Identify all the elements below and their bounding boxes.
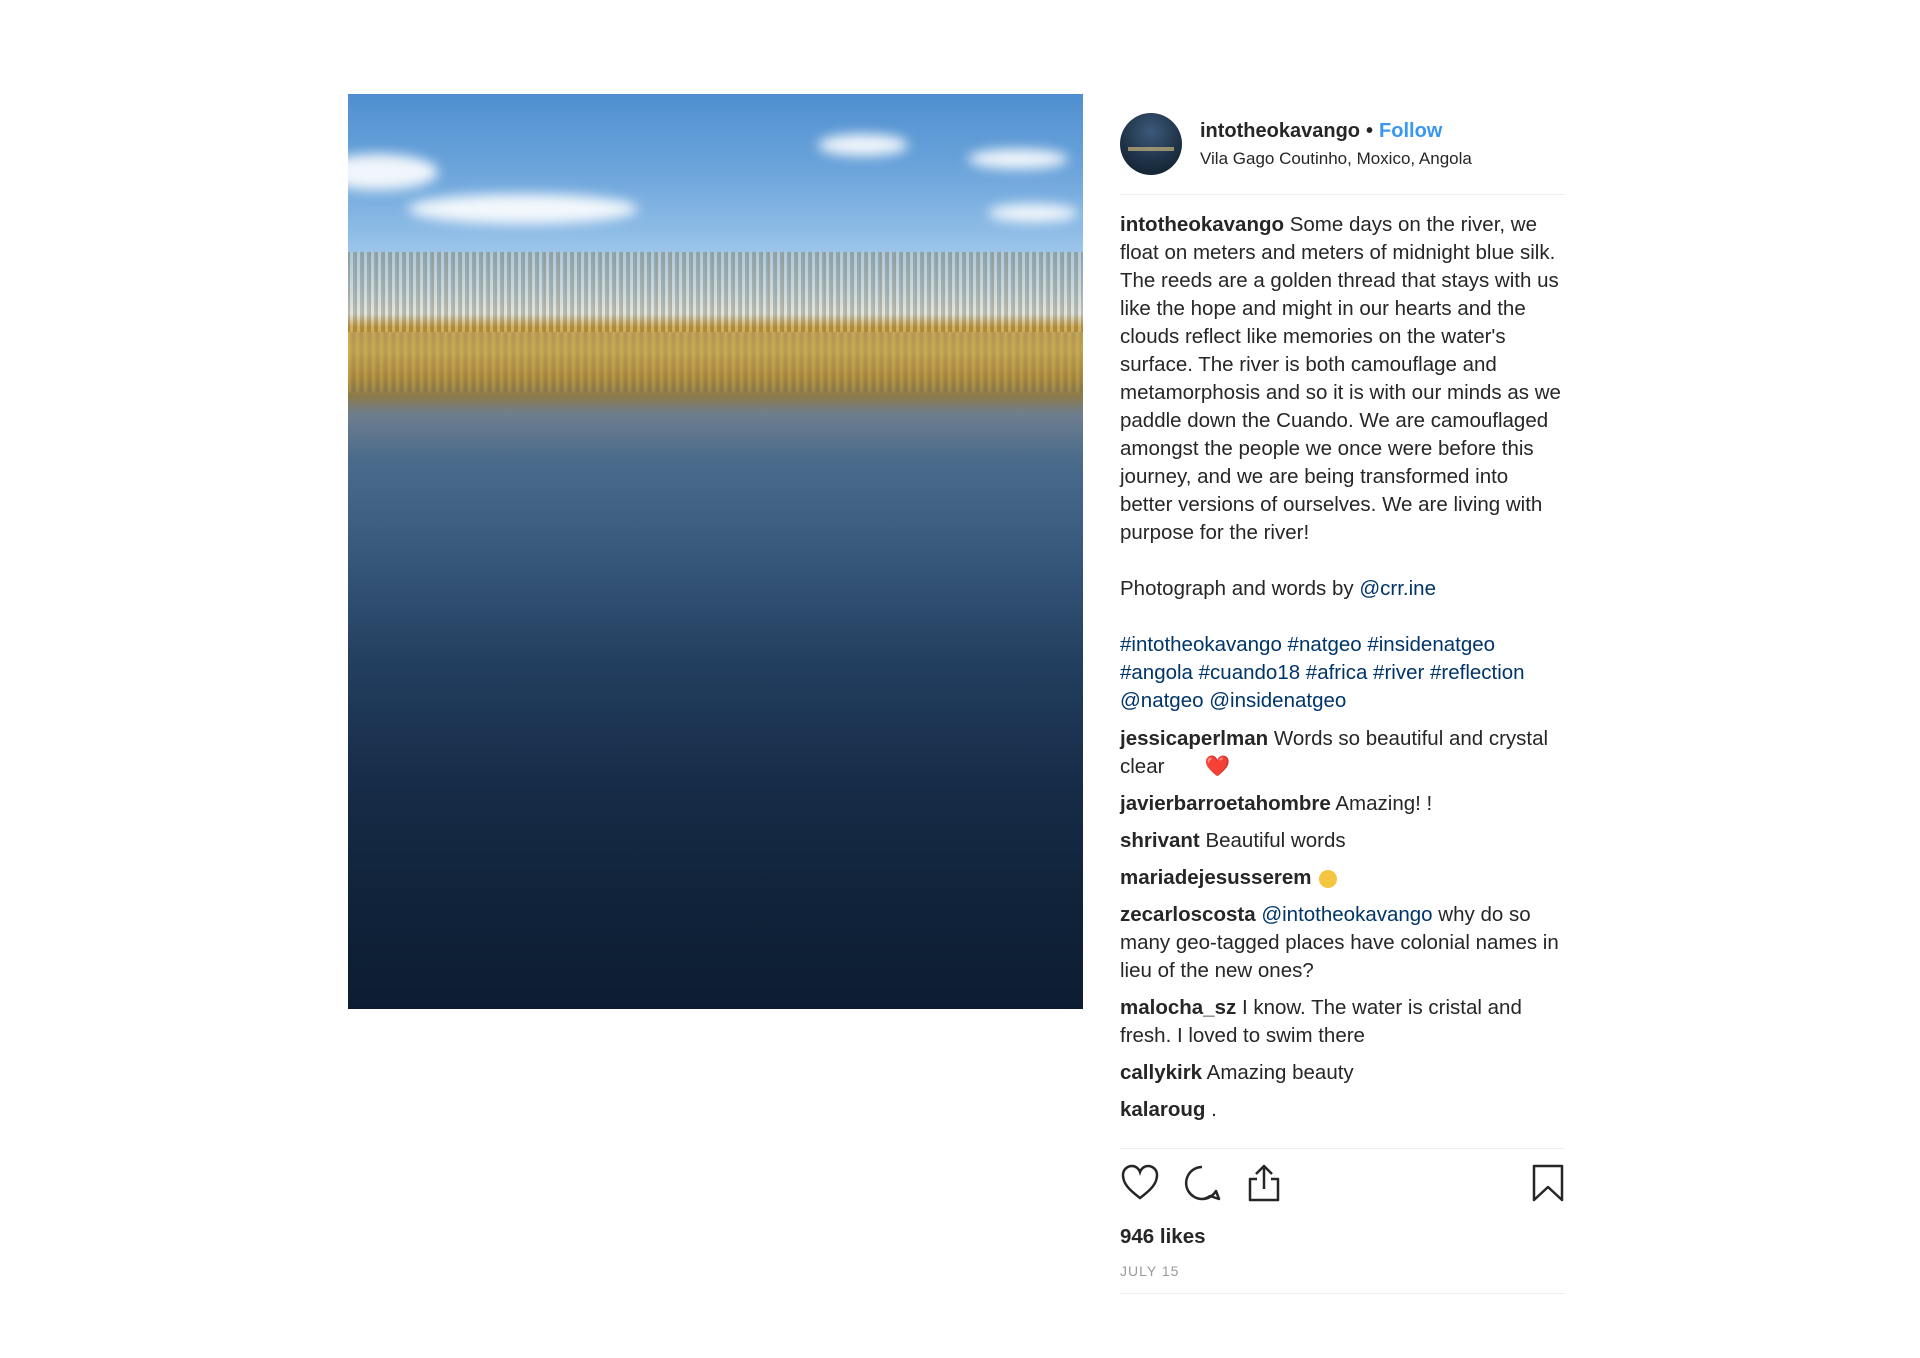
post-date[interactable]: JULY 15 — [1120, 1263, 1565, 1294]
comments-list: jessicaperlman Words so beautiful and cr… — [1120, 725, 1565, 1124]
comment-username[interactable]: kalaroug — [1120, 1098, 1205, 1121]
credit-text: Photograph and words by — [1120, 577, 1354, 600]
comment: shrivant Beautiful words — [1120, 827, 1565, 855]
comment-username[interactable]: mariadejesusserem — [1120, 866, 1311, 889]
comment: kalaroug . — [1120, 1096, 1565, 1124]
comment-username[interactable]: shrivant — [1120, 829, 1200, 852]
cloud — [348, 154, 438, 190]
cloud — [818, 134, 908, 156]
smile-emoji-icon — [1319, 869, 1338, 888]
comment-username[interactable]: callykirk — [1120, 1061, 1202, 1084]
post-panel: intotheokavango • Follow Vila Gago Coutinh… — [1120, 94, 1565, 1294]
post-username[interactable]: intotheokavango — [1200, 120, 1360, 142]
reed-reflection — [348, 332, 1083, 392]
post-header: intotheokavango • Follow Vila Gago Coutinh… — [1120, 94, 1565, 195]
comment-username[interactable]: javierbarroetahombre — [1120, 792, 1331, 815]
comment-icon[interactable] — [1182, 1163, 1222, 1203]
comment: malocha_sz I know. The water is cristal … — [1120, 994, 1565, 1050]
reeds — [348, 252, 1083, 332]
comment: callykirk Amazing beauty — [1120, 1059, 1565, 1087]
bookmark-icon[interactable] — [1530, 1163, 1566, 1203]
post-location[interactable]: Vila Gago Coutinho, Moxico, Angola — [1200, 149, 1472, 169]
comment-text: . — [1211, 1098, 1217, 1121]
comment: zecarloscosta @intotheokavango why do so… — [1120, 901, 1565, 985]
share-icon[interactable] — [1244, 1163, 1284, 1203]
hashtags[interactable]: #intotheokavango #natgeo #insidenatgeo #… — [1120, 633, 1525, 712]
comment-text: Amazing beauty — [1206, 1061, 1354, 1084]
heart-emoji: ❤️ — [1204, 755, 1230, 778]
comment-username[interactable]: zecarloscosta — [1120, 903, 1256, 926]
cloud — [408, 194, 638, 224]
comment-text: Beautiful words — [1205, 829, 1346, 852]
comment: javierbarroetahombre Amazing! ! — [1120, 790, 1565, 818]
comment: jessicaperlman Words so beautiful and cr… — [1120, 725, 1565, 781]
caption-username[interactable]: intotheokavango — [1120, 213, 1284, 236]
post-caption: intotheokavango Some days on the river, … — [1120, 195, 1565, 715]
comment-username[interactable]: jessicaperlman — [1120, 727, 1268, 750]
cloud — [968, 149, 1068, 169]
likes-count[interactable]: 946 likes — [1120, 1225, 1565, 1249]
post-photo[interactable] — [348, 94, 1083, 1009]
avatar[interactable] — [1120, 113, 1182, 175]
caption-text: Some days on the river, we float on mete… — [1120, 213, 1561, 544]
action-bar — [1120, 1148, 1565, 1211]
comment-username[interactable]: malocha_sz — [1120, 996, 1236, 1019]
separator-dot: • — [1366, 119, 1374, 142]
cloud — [988, 204, 1078, 222]
follow-button[interactable]: Follow — [1379, 120, 1442, 142]
comment-mention[interactable]: @intotheokavango — [1261, 903, 1432, 926]
heart-icon[interactable] — [1120, 1163, 1160, 1203]
credit-link[interactable]: @crr.ine — [1359, 577, 1436, 600]
comment-text: Amazing! ! — [1335, 792, 1433, 815]
comment: mariadejesusserem — [1120, 864, 1565, 892]
